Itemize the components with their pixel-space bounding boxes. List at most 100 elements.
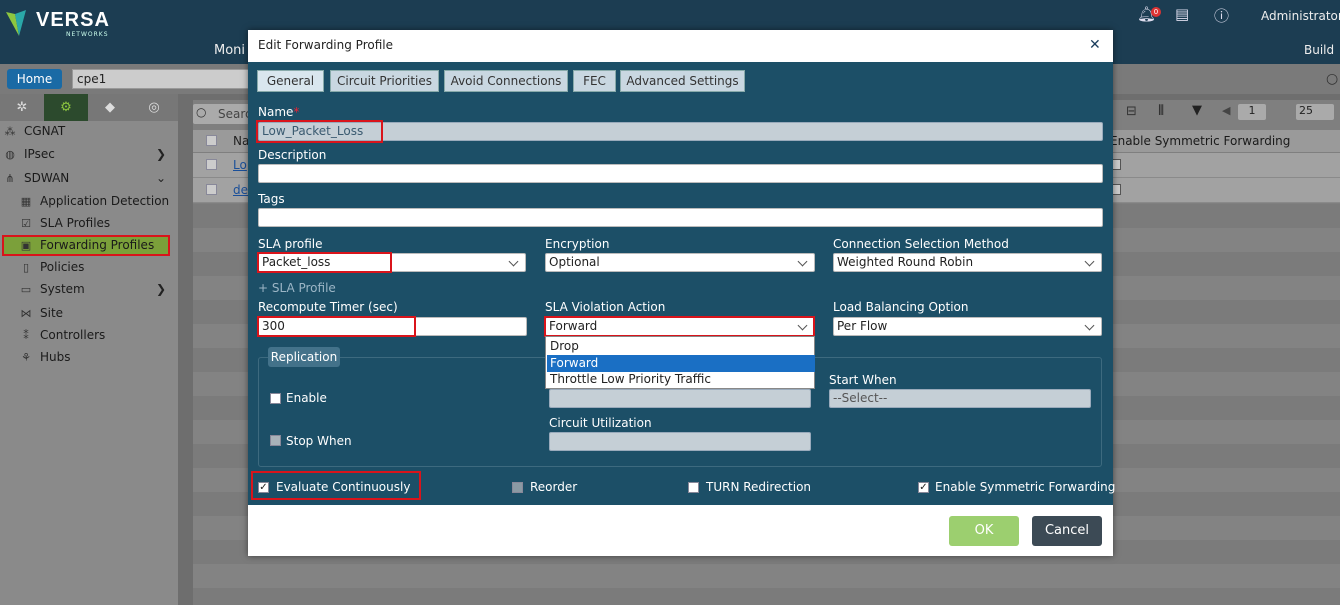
share-icon: ⋈ bbox=[20, 307, 32, 320]
select-all-checkbox[interactable] bbox=[206, 135, 217, 146]
sidebar-item-forwarding-profiles[interactable]: ▣ Forwarding Profiles bbox=[18, 238, 154, 252]
sidebar-item-hubs[interactable]: ⚘ Hubs bbox=[18, 350, 70, 364]
option-forward[interactable]: Forward bbox=[547, 355, 815, 372]
row-link[interactable]: Lo bbox=[233, 158, 247, 172]
stop-when-checkbox[interactable] bbox=[270, 435, 281, 446]
sidebar-item-sla-profiles[interactable]: ☑ SLA Profiles bbox=[18, 216, 110, 230]
search-icon: ○ bbox=[196, 105, 207, 119]
search-input[interactable]: ○ Searc bbox=[193, 104, 253, 124]
folder-icon: ▣ bbox=[20, 239, 32, 252]
cluster-icon: ⁑ bbox=[23, 329, 29, 342]
nav-build[interactable]: Build bbox=[1304, 43, 1334, 57]
start-when-select[interactable]: --Select-- bbox=[829, 389, 1091, 408]
versa-logo: VERSA NETWORKS bbox=[6, 6, 109, 38]
tab-circuit-priorities[interactable]: Circuit Priorities bbox=[330, 70, 439, 92]
globe-icon: ◍ bbox=[5, 148, 15, 161]
circuit-util-field[interactable] bbox=[549, 432, 811, 451]
topology-icon[interactable]: ✲ bbox=[0, 94, 44, 121]
versa-mark-icon bbox=[6, 10, 26, 36]
evaluate-label: Evaluate Continuously bbox=[276, 480, 411, 494]
ok-button[interactable]: OK bbox=[949, 516, 1019, 546]
csm-label: Connection Selection Method bbox=[833, 237, 1009, 251]
description-field[interactable] bbox=[258, 164, 1103, 183]
sidebar-item-application-detection[interactable]: ▦ Application Detection bbox=[18, 194, 169, 208]
lb-label: Load Balancing Option bbox=[833, 300, 969, 314]
nav-monitor[interactable]: Moni bbox=[214, 43, 245, 58]
evaluate-checkbox[interactable]: ✓ bbox=[258, 482, 269, 493]
tab-fec[interactable]: FEC bbox=[573, 70, 616, 92]
reorder-label: Reorder bbox=[530, 480, 578, 494]
circuit-util-label: Circuit Utilization bbox=[549, 416, 652, 430]
page-number[interactable]: 1 bbox=[1238, 104, 1266, 120]
col-name-header[interactable]: Na bbox=[233, 134, 249, 148]
tab-avoid-connections[interactable]: Avoid Connections bbox=[444, 70, 568, 92]
tab-advanced-settings[interactable]: Advanced Settings bbox=[620, 70, 745, 92]
sidebar-tabs: ✲ ⚙ ◆ ◎ bbox=[0, 94, 178, 121]
name-field[interactable]: Low_Packet_Loss bbox=[258, 122, 1103, 141]
cube-icon[interactable]: ◆ bbox=[88, 94, 132, 121]
sla-violation-label: SLA Violation Action bbox=[545, 300, 666, 314]
sidebar-item-sdwan[interactable]: ⋔ SDWAN bbox=[2, 171, 69, 185]
brand-sub: NETWORKS bbox=[66, 31, 109, 38]
encryption-select[interactable]: Optional bbox=[545, 253, 815, 272]
page-size-select[interactable]: 25 bbox=[1296, 104, 1334, 120]
user-menu[interactable]: Administrator bbox=[1261, 9, 1340, 23]
device-field[interactable]: cpe1 bbox=[72, 69, 252, 89]
enable-label: Enable bbox=[286, 391, 327, 405]
row-checkbox[interactable] bbox=[206, 159, 217, 170]
encryption-label: Encryption bbox=[545, 237, 610, 251]
chevron-right-icon[interactable]: ❯ bbox=[156, 282, 166, 296]
prev-page-icon[interactable]: ◀ bbox=[1222, 104, 1230, 117]
sidebar-item-system[interactable]: ▭ System bbox=[18, 282, 85, 296]
csm-select[interactable]: Weighted Round Robin bbox=[833, 253, 1102, 272]
sla-violation-select[interactable]: Forward bbox=[545, 317, 815, 336]
tab-general[interactable]: General bbox=[257, 70, 324, 92]
turn-label: TURN Redirection bbox=[706, 480, 812, 494]
tags-field[interactable] bbox=[258, 208, 1103, 227]
monitor-icon: ▭ bbox=[20, 283, 32, 296]
minus-icon[interactable]: ⊟ bbox=[1126, 104, 1137, 119]
dialog-title: Edit Forwarding Profile bbox=[258, 38, 393, 52]
name-label: Name* bbox=[258, 105, 300, 119]
home-button[interactable]: Home bbox=[7, 69, 62, 89]
document-icon: ▦ bbox=[20, 195, 32, 208]
chevron-down-icon[interactable]: ⌄ bbox=[156, 171, 166, 185]
lb-select[interactable]: Per Flow bbox=[833, 317, 1102, 336]
info-icon[interactable]: ⓘ bbox=[1214, 5, 1229, 26]
chevron-right-icon[interactable]: ❯ bbox=[156, 147, 166, 161]
columns-icon[interactable]: ⦀ bbox=[1158, 103, 1164, 119]
recompute-field[interactable]: 300 bbox=[258, 317, 527, 336]
sidebar-item-ipsec[interactable]: ◍ IPsec bbox=[2, 147, 55, 161]
replication-field[interactable] bbox=[549, 389, 811, 408]
sla-profile-select[interactable]: Packet_loss bbox=[258, 253, 526, 272]
reorder-checkbox[interactable] bbox=[512, 482, 523, 493]
stop-when-label: Stop When bbox=[286, 434, 352, 448]
tags-label: Tags bbox=[258, 192, 285, 206]
col-symmetric-header[interactable]: Enable Symmetric Forwarding bbox=[1110, 134, 1290, 148]
row-link[interactable]: de bbox=[233, 183, 248, 197]
filter-icon[interactable]: ▼ bbox=[1192, 103, 1202, 118]
row-checkbox[interactable] bbox=[206, 184, 217, 195]
enable-checkbox[interactable] bbox=[270, 393, 281, 404]
clipboard-icon[interactable]: ▤ bbox=[1175, 5, 1189, 23]
sidebar-item-cgnat[interactable]: ⁂ CGNAT bbox=[2, 124, 66, 138]
option-throttle[interactable]: Throttle Low Priority Traffic bbox=[547, 371, 815, 388]
add-sla-profile-link[interactable]: + SLA Profile bbox=[258, 281, 336, 295]
option-drop[interactable]: Drop bbox=[547, 338, 815, 355]
turn-checkbox[interactable] bbox=[688, 482, 699, 493]
cancel-button[interactable]: Cancel bbox=[1032, 516, 1102, 546]
close-icon[interactable]: ✕ bbox=[1089, 37, 1101, 53]
symmetric-checkbox[interactable]: ✓ bbox=[918, 482, 929, 493]
network-icon: ⁂ bbox=[4, 125, 16, 138]
settings-globe-icon[interactable]: ◎ bbox=[132, 94, 176, 121]
description-label: Description bbox=[258, 148, 327, 162]
replication-label: Replication bbox=[268, 347, 340, 367]
sidebar-item-controllers[interactable]: ⁑ Controllers bbox=[18, 328, 105, 342]
sla-violation-options: Drop Forward Throttle Low Priority Traff… bbox=[545, 336, 815, 389]
sidebar-item-policies[interactable]: ▯ Policies bbox=[18, 260, 84, 274]
checklist-icon: ☑ bbox=[21, 217, 31, 230]
refresh-icon[interactable]: ○ bbox=[1326, 71, 1338, 87]
gear-icon[interactable]: ⚙ bbox=[44, 94, 88, 121]
file-icon: ▯ bbox=[22, 261, 30, 274]
sidebar-item-site[interactable]: ⋈ Site bbox=[18, 306, 64, 320]
